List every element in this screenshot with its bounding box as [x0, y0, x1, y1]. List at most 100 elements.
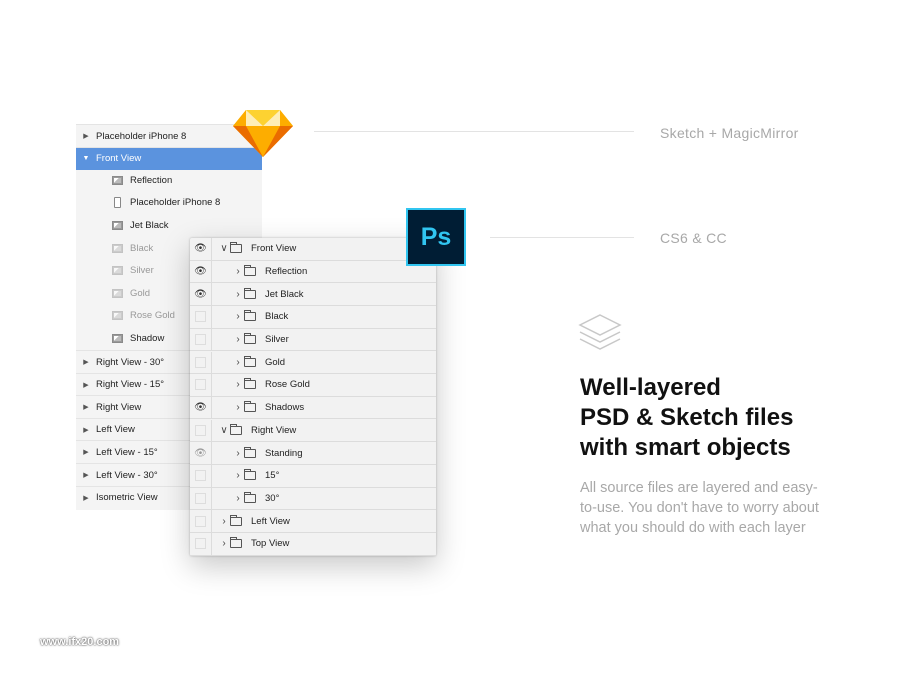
chevron-down-icon[interactable]: ∨	[218, 243, 230, 254]
chevron-right-icon[interactable]: ›	[232, 289, 244, 300]
photoshop-layers-panel: 👁 ∨ Front View 👁 › Reflection 👁 › Jet Black › Blac…	[190, 238, 436, 556]
ps-layer-label: Gold	[265, 356, 286, 368]
ps-layer-row[interactable]: 👁 ∨ Front View	[190, 238, 436, 261]
folder-icon	[244, 333, 256, 345]
ps-layer-label: Right View	[251, 424, 297, 436]
sketch-layer-row[interactable]: Reflection	[76, 169, 262, 191]
sketch-layer-label: Right View	[96, 401, 142, 413]
visibility-toggle[interactable]	[190, 374, 212, 396]
sketch-layer-label: Placeholder iPhone 8	[96, 130, 187, 142]
chevron-right-icon[interactable]: ›	[232, 470, 244, 481]
ps-layer-row[interactable]: › Top View	[190, 533, 436, 556]
visibility-toggle[interactable]	[190, 419, 212, 442]
ps-layer-row[interactable]: › Rose Gold	[190, 374, 436, 397]
ps-version-label: CS6 & CC	[660, 230, 727, 246]
eye-icon: 👁	[194, 243, 207, 255]
visibility-toggle[interactable]: 👁	[190, 396, 212, 419]
folder-icon	[244, 469, 256, 481]
disclosure-closed-icon[interactable]: ▶	[76, 426, 96, 434]
folder-icon	[244, 355, 256, 367]
ps-layer-row[interactable]: › Black	[190, 306, 436, 329]
eye-icon: 👁	[194, 402, 207, 414]
chevron-right-icon[interactable]: ›	[232, 266, 244, 277]
disclosure-closed-icon[interactable]: ▶	[76, 448, 96, 456]
visibility-toggle[interactable]	[190, 510, 212, 532]
image-layer-icon	[112, 243, 123, 253]
chevron-right-icon[interactable]: ›	[218, 538, 230, 549]
headline-line-3: with smart objects	[580, 434, 791, 461]
chevron-down-icon[interactable]: ∨	[218, 425, 230, 436]
folder-icon	[230, 514, 242, 526]
folder-icon	[230, 537, 242, 549]
visibility-toggle[interactable]	[190, 465, 212, 487]
sketch-layer-label: Right View - 30°	[96, 356, 165, 368]
visibility-toggle[interactable]	[190, 328, 212, 351]
chevron-right-icon[interactable]: ›	[218, 516, 230, 527]
sketch-layer-label: Gold	[130, 287, 151, 299]
sketch-layer-label: Silver	[130, 265, 154, 277]
visibility-toggle[interactable]	[190, 487, 212, 510]
folder-icon	[244, 491, 256, 503]
image-layer-icon	[112, 220, 123, 230]
ps-layer-row[interactable]: › Gold	[190, 351, 436, 375]
ps-layer-row[interactable]: 👁 › Jet Black	[190, 283, 436, 306]
hidden-box-icon	[195, 515, 206, 527]
chevron-right-icon[interactable]: ›	[232, 357, 244, 368]
disclosure-closed-icon[interactable]: ▶	[76, 358, 96, 366]
chevron-right-icon[interactable]: ›	[232, 334, 244, 345]
ps-layer-row[interactable]: › 15°	[190, 465, 436, 488]
phone-placeholder-icon	[114, 197, 121, 209]
folder-icon	[230, 242, 242, 254]
sketch-layer-row[interactable]: Jet Black	[76, 214, 262, 236]
eye-icon: 👁	[194, 265, 207, 277]
sketch-layer-label: Black	[130, 242, 154, 254]
image-layer-icon	[112, 175, 123, 185]
chevron-right-icon[interactable]: ›	[232, 448, 244, 459]
image-layer-icon	[112, 311, 123, 321]
sketch-layer-label: Left View	[96, 424, 135, 436]
sketch-layer-row[interactable]: Placeholder iPhone 8	[76, 192, 262, 214]
sketch-layer-label: Placeholder iPhone 8	[130, 197, 221, 209]
visibility-toggle[interactable]	[190, 533, 212, 555]
folder-icon	[244, 378, 256, 390]
disclosure-closed-icon[interactable]: ▶	[76, 132, 96, 140]
sketch-layer-label: Left View - 30°	[96, 469, 158, 481]
visibility-toggle[interactable]: 👁	[190, 442, 212, 464]
chevron-right-icon[interactable]: ›	[232, 311, 244, 322]
ps-layer-row[interactable]: › Silver	[190, 328, 436, 352]
connector-line-sketch	[314, 131, 634, 132]
image-layer-icon	[112, 288, 123, 298]
ps-layer-label: Top View	[251, 538, 290, 550]
disclosure-open-icon[interactable]: ▼	[76, 155, 96, 162]
sketch-layer-label: Rose Gold	[130, 310, 175, 322]
ps-layer-row[interactable]: 👁 › Standing	[190, 442, 436, 465]
ps-layer-row[interactable]: 👁 › Shadows	[190, 396, 436, 420]
ps-layer-label: Left View	[251, 515, 290, 527]
disclosure-closed-icon[interactable]: ▶	[76, 494, 96, 502]
folder-icon	[244, 264, 256, 276]
disclosure-closed-icon[interactable]: ▶	[76, 381, 96, 389]
ps-layer-row[interactable]: › Left View	[190, 510, 436, 533]
visibility-toggle[interactable]: 👁	[190, 260, 212, 283]
ps-layer-label: Black	[265, 311, 289, 323]
chevron-right-icon[interactable]: ›	[232, 379, 244, 390]
hidden-box-icon	[195, 492, 206, 504]
ps-layer-label: Shadows	[265, 402, 305, 414]
visibility-toggle[interactable]: 👁	[190, 238, 212, 260]
chevron-right-icon[interactable]: ›	[232, 402, 244, 413]
ps-layer-row[interactable]: › 30°	[190, 487, 436, 511]
connector-line-ps	[490, 237, 634, 238]
visibility-toggle[interactable]	[190, 351, 212, 374]
folder-icon	[244, 401, 256, 413]
ps-layer-row[interactable]: 👁 › Reflection	[190, 260, 436, 284]
ps-layer-label: Rose Gold	[265, 379, 310, 391]
sketch-layer-label: Jet Black	[130, 219, 169, 231]
disclosure-closed-icon[interactable]: ▶	[76, 471, 96, 479]
visibility-toggle[interactable]	[190, 306, 212, 328]
visibility-toggle[interactable]: 👁	[190, 283, 212, 305]
ps-layer-row[interactable]: ∨ Right View	[190, 419, 436, 443]
chevron-right-icon[interactable]: ›	[232, 493, 244, 504]
disclosure-closed-icon[interactable]: ▶	[76, 403, 96, 411]
ps-layer-label: Silver	[265, 334, 289, 346]
hidden-box-icon	[195, 538, 206, 550]
